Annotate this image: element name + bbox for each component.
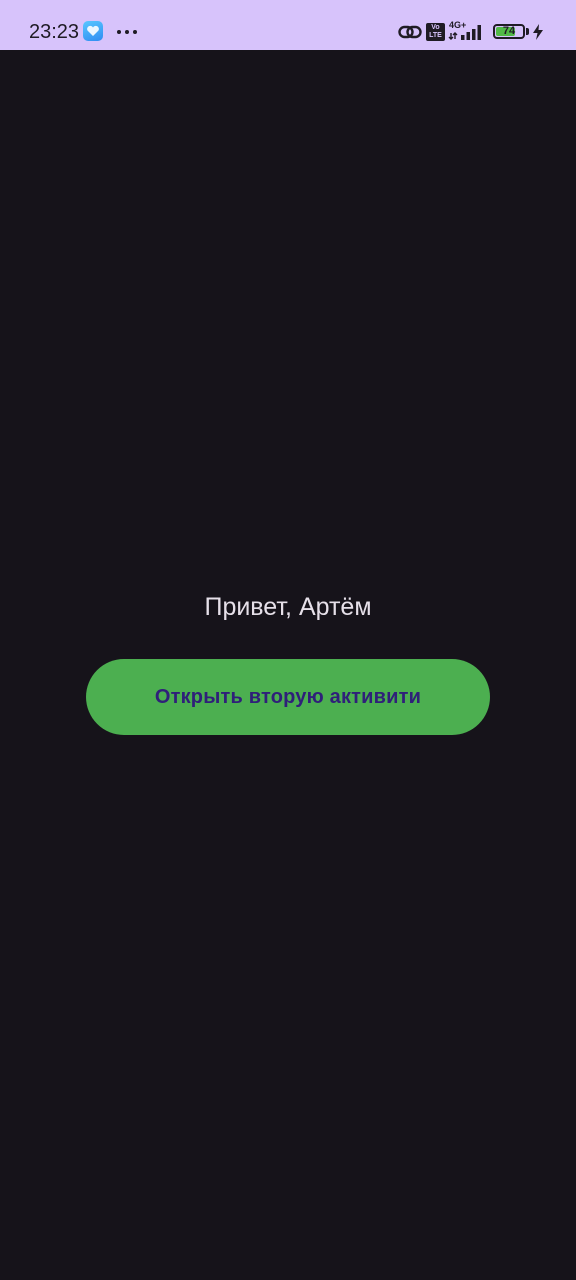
status-time: 23:23 bbox=[29, 21, 80, 43]
volte-line-1: Vo bbox=[431, 24, 440, 31]
greeting-text: Привет, Артём bbox=[204, 593, 372, 621]
charging-icon bbox=[532, 24, 544, 45]
open-second-activity-button[interactable]: Открыть вторую активити bbox=[86, 659, 490, 735]
volte-icon: Vo LTE bbox=[426, 23, 445, 41]
more-dots-icon bbox=[117, 30, 139, 34]
status-bar: 23:23 Vo LTE 4G+ 74 bbox=[0, 0, 576, 50]
signal-icon bbox=[448, 20, 488, 47]
volte-line-2: LTE bbox=[429, 32, 442, 39]
battery-level: 74 bbox=[502, 25, 516, 37]
battery-tip bbox=[526, 28, 529, 35]
link-icon bbox=[398, 22, 422, 47]
app-badge-icon bbox=[83, 21, 103, 41]
battery-icon: 74 bbox=[493, 24, 525, 39]
